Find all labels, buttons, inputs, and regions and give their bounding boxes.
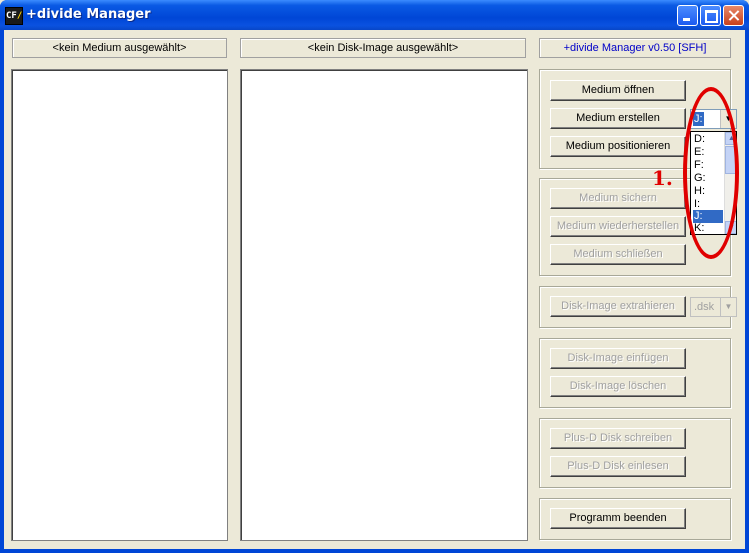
close-button[interactable]	[723, 5, 744, 26]
medium-sichern-button[interactable]: Medium sichern	[550, 188, 686, 209]
medium-list[interactable]	[11, 69, 228, 541]
medium-schliessen-button[interactable]: Medium schließen	[550, 244, 686, 265]
app-icon: CF/	[5, 7, 23, 25]
plusd-schreiben-button[interactable]: Plus-D Disk schreiben	[550, 428, 686, 449]
title-bar[interactable]: CF/ +divide Manager	[0, 0, 749, 30]
medium-oeffnen-button[interactable]: Medium öffnen	[550, 80, 686, 101]
medium-wiederherstellen-button[interactable]: Medium wiederherstellen	[550, 216, 686, 237]
extension-select-value: .dsk	[694, 301, 715, 313]
medium-erstellen-button[interactable]: Medium erstellen	[550, 108, 686, 129]
window-frame-right	[745, 30, 749, 553]
disk-image-einfuegen-button[interactable]: Disk-Image einfügen	[550, 348, 686, 369]
disk-image-list[interactable]	[240, 69, 528, 541]
version-label: +divide Manager v0.50 [SFH]	[539, 38, 731, 58]
disk-image-header: <kein Disk-Image ausgewählt>	[240, 38, 526, 58]
maximize-button[interactable]	[700, 5, 721, 26]
annotation-ellipse	[683, 87, 739, 259]
disk-image-extrahieren-button[interactable]: Disk-Image extrahieren	[550, 296, 686, 317]
minimize-button[interactable]	[677, 5, 698, 26]
medium-positionieren-button[interactable]: Medium positionieren	[550, 136, 686, 157]
programm-beenden-button[interactable]: Programm beenden	[550, 508, 686, 529]
window-title: +divide Manager	[26, 7, 151, 22]
annotation-label: 1.	[652, 166, 673, 190]
window-frame-bottom	[0, 549, 749, 553]
chevron-down-icon[interactable]: ▼	[720, 298, 736, 316]
disk-image-loeschen-button[interactable]: Disk-Image löschen	[550, 376, 686, 397]
plusd-einlesen-button[interactable]: Plus-D Disk einlesen	[550, 456, 686, 477]
medium-header: <kein Medium ausgewählt>	[12, 38, 227, 58]
extension-select[interactable]: .dsk ▼	[690, 297, 737, 317]
